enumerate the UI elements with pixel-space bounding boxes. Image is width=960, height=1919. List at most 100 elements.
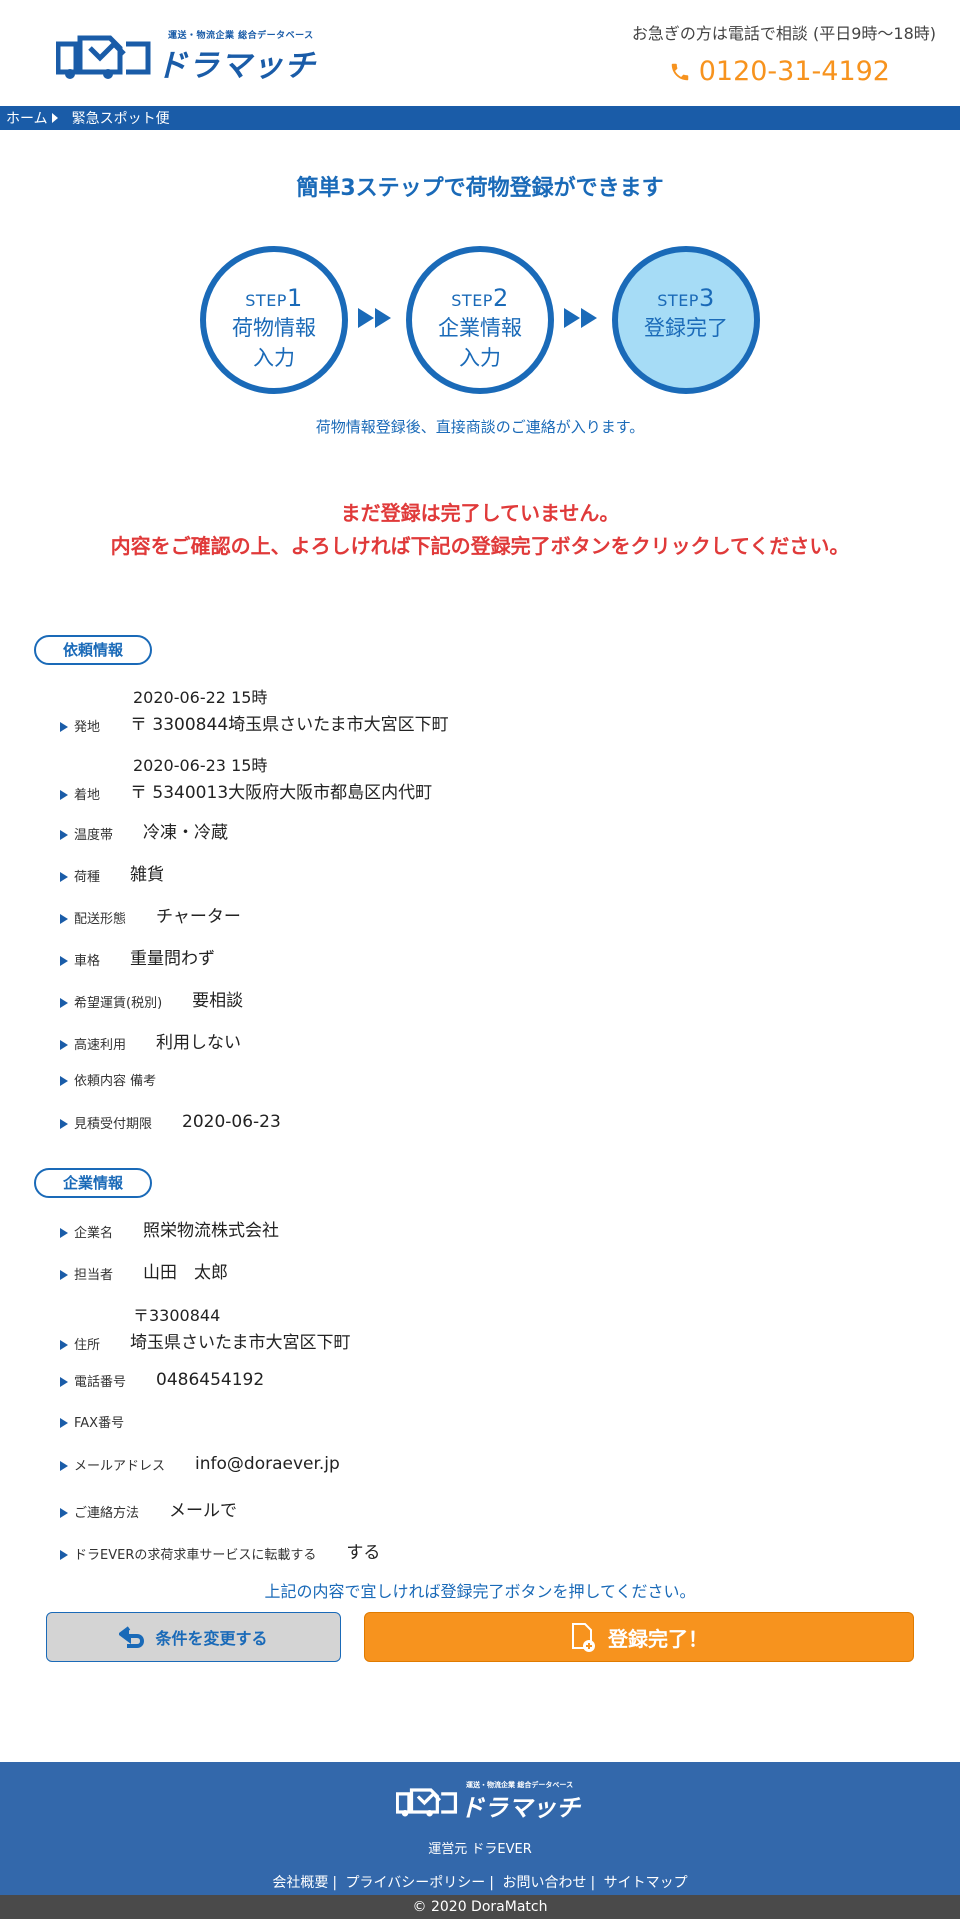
detail-row: 高速利用 利用しない: [60, 1028, 241, 1053]
footer-logo[interactable]: 運送・物流企業 総合データベース ドラマッチ: [396, 1780, 580, 1822]
step-label: STEP: [451, 291, 493, 310]
triangle-bullet-icon: [60, 1550, 68, 1560]
triangle-bullet-icon: [60, 1340, 68, 1350]
detail-label: 希望運賃(税別): [74, 996, 163, 1011]
triangle-bullet-icon: [60, 1228, 68, 1238]
truck-logo-icon: [396, 1788, 458, 1817]
return-arrow-icon: [119, 1626, 145, 1648]
phone-number: 0120-31-4192: [698, 56, 890, 87]
company-row: 電話番号 0486454192: [60, 1370, 264, 1390]
detail-row: 配送形態 チャーター: [60, 902, 241, 927]
triangle-bullet-icon: [60, 914, 68, 924]
triangle-bullet-icon: [60, 1418, 68, 1428]
triangle-bullet-icon: [60, 1270, 68, 1280]
company-label: 企業名: [74, 1226, 114, 1241]
company-label: メールアドレス: [74, 1459, 166, 1474]
breadcrumb-current: 緊急スポット便: [71, 111, 170, 127]
breadcrumb-home[interactable]: ホーム: [6, 108, 48, 128]
step-label: STEP: [657, 291, 699, 310]
detail-label: 高速利用: [74, 1038, 127, 1053]
detail-row: 荷種 雑貨: [60, 860, 164, 885]
change-conditions-button[interactable]: 条件を変更する: [46, 1612, 341, 1662]
company-label: 担当者: [74, 1268, 114, 1283]
truck-logo-icon: [56, 35, 151, 79]
triangle-bullet-icon: [60, 722, 68, 732]
site-logo[interactable]: 運送・物流企業 総合データベース ドラマッチ: [56, 26, 315, 84]
company-row: ご連絡方法 メールで: [60, 1496, 237, 1521]
triangle-bullet-icon: [60, 790, 68, 800]
document-add-icon: [572, 1623, 595, 1652]
company-value: メールで: [169, 1501, 238, 1521]
company-label: ご連絡方法: [74, 1506, 140, 1521]
company-row: 担当者 山田 太郎: [60, 1258, 228, 1283]
detail-label: 荷種: [74, 870, 101, 885]
company-value: 照栄物流株式会社: [143, 1221, 280, 1241]
step-number: 1: [286, 284, 303, 312]
company-row: メールアドレス info@doraever.jp: [60, 1454, 340, 1474]
step-name-line1: 登録完了: [644, 316, 728, 340]
destination-label: 着地: [74, 788, 101, 803]
triangle-bullet-icon: [60, 1377, 68, 1387]
steps-title: 簡単3ステップで荷物登録ができます: [296, 176, 664, 201]
step-name-line2: 入力: [253, 346, 295, 370]
change-conditions-label: 条件を変更する: [155, 1629, 268, 1648]
detail-row: 車格 重量問わず: [60, 944, 215, 969]
register-complete-button[interactable]: 登録完了！: [364, 1612, 914, 1662]
double-arrow-icon: [358, 308, 391, 328]
step-name-line1: 荷物情報: [232, 316, 316, 340]
detail-row: 温度帯 冷凍・冷蔵: [60, 818, 228, 843]
triangle-bullet-icon: [60, 1076, 68, 1086]
detail-value: 利用しない: [156, 1033, 242, 1053]
address-value: 埼玉県さいたま市大宮区下町: [130, 1333, 351, 1353]
triangle-bullet-icon: [60, 998, 68, 1008]
address-zip: 〒3300844: [133, 1306, 221, 1325]
detail-value: 重量問わず: [130, 949, 216, 969]
company-value: 山田 太郎: [143, 1263, 229, 1283]
footer-link-privacy[interactable]: プライバシーポリシー: [346, 1875, 486, 1891]
triangle-bullet-icon: [60, 872, 68, 882]
origin-date: 2020-06-22 15時: [133, 688, 268, 707]
destination-value: 〒 5340013大阪府大阪市都島区内代町: [130, 783, 433, 803]
triangle-bullet-icon: [60, 1040, 68, 1050]
register-complete-label: 登録完了！: [608, 1626, 708, 1651]
company-value: 0486454192: [156, 1370, 265, 1390]
triangle-bullet-icon: [60, 830, 68, 840]
triangle-bullet-icon: [60, 1119, 68, 1129]
detail-value: 要相談: [192, 991, 244, 1011]
breadcrumb: ホーム 緊急スポット便: [0, 106, 960, 130]
detail-label: 温度帯: [74, 828, 114, 843]
triangle-bullet-icon: [60, 1461, 68, 1471]
phone-link[interactable]: 0120-31-4192: [669, 56, 890, 87]
footer-link-company[interactable]: 会社概要: [272, 1875, 328, 1891]
detail-value: 雑貨: [130, 865, 165, 885]
company-row: 企業名 照栄物流株式会社: [60, 1216, 279, 1241]
warning-message: まだ登録は完了していません。 内容をご確認の上、よろしければ下記の登録完了ボタン…: [0, 497, 960, 563]
company-value: info@doraever.jp: [195, 1454, 340, 1474]
step-number: 3: [698, 284, 715, 312]
company-label: ドラEVERの求荷求車サービスに転載する: [74, 1548, 317, 1563]
step-2: STEP2 企業情報 入力: [406, 246, 554, 394]
warning-line1: まだ登録は完了していません。: [340, 501, 620, 525]
detail-row: 希望運賃(税別) 要相談: [60, 986, 243, 1011]
footer-links: 会社概要 | プライバシーポリシー | お問い合わせ | サイトマップ: [272, 1875, 688, 1891]
breadcrumb-arrow-icon: [51, 113, 58, 123]
detail-value: 冷凍・冷蔵: [143, 823, 229, 843]
footer-operator: 運営元 ドラEVER: [428, 1842, 532, 1857]
detail-label: 見積受付期限: [74, 1117, 153, 1132]
site-footer: 運送・物流企業 総合データベース ドラマッチ 運営元 ドラEVER 会社概要 | …: [0, 1762, 960, 1895]
detail-label: 配送形態: [74, 912, 127, 927]
detail-value: 2020-06-23: [182, 1112, 281, 1132]
step-indicator: STEP1 荷物情報 入力 STEP2 企業情報 入力 STEP3 登録完了: [200, 246, 760, 394]
footer-logo-text: ドラマッチ: [460, 1794, 580, 1822]
step-label: STEP: [245, 291, 287, 310]
footer-link-sitemap[interactable]: サイトマップ: [604, 1875, 688, 1891]
step-1: STEP1 荷物情報 入力: [200, 246, 348, 394]
double-arrow-icon: [564, 308, 597, 328]
step-name-line2: 入力: [459, 346, 501, 370]
company-value: する: [346, 1543, 381, 1563]
step-number: 2: [492, 284, 509, 312]
phone-icon: [671, 63, 688, 80]
footer-link-contact[interactable]: お問い合わせ: [502, 1875, 586, 1891]
detail-label: 車格: [74, 954, 101, 969]
contact-note: お急ぎの方は電話で相談 (平日9時〜18時): [631, 24, 936, 43]
